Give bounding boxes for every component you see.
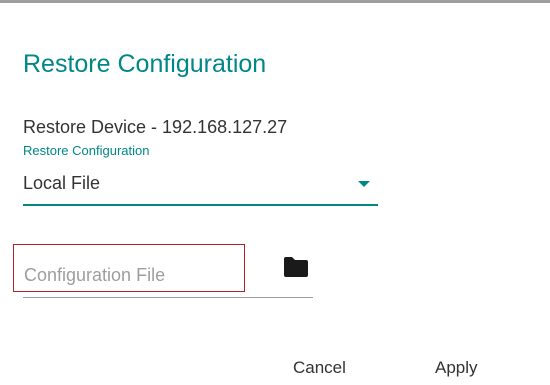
configuration-file-input[interactable] [24, 265, 234, 286]
browse-file-button[interactable] [282, 255, 312, 281]
dialog-top-divider [0, 0, 550, 3]
restore-select-value: Local File [23, 173, 101, 193]
restore-configuration-select[interactable]: Restore Configuration Local File [23, 143, 378, 206]
restore-select-underline [23, 204, 378, 206]
folder-icon [284, 257, 308, 277]
restore-configuration-dialog: Restore Configuration Restore Device - 1… [0, 0, 550, 385]
configuration-file-underline [23, 297, 313, 298]
configuration-file-field [13, 244, 245, 292]
restore-device-label: Restore Device - 192.168.127.27 [23, 117, 288, 137]
dropdown-arrow-icon[interactable] [358, 181, 370, 187]
cancel-button[interactable]: Cancel [293, 358, 346, 378]
restore-select-caption: Restore Configuration [23, 143, 150, 158]
dialog-title: Restore Configuration [23, 50, 267, 78]
apply-button[interactable]: Apply [435, 358, 478, 378]
